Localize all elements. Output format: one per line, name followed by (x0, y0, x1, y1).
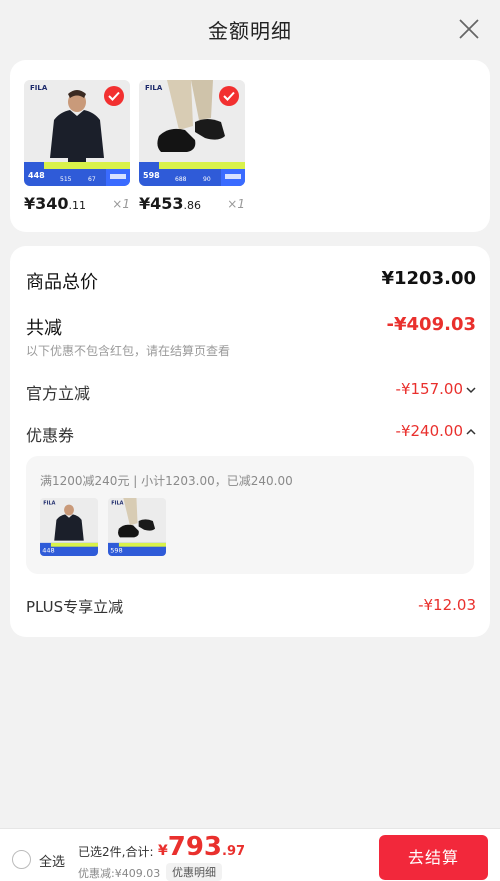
product-price: ¥453.86 (139, 194, 202, 213)
plus-discount-row: PLUS专享立减 -¥12.03 (26, 596, 476, 618)
chevron-up-icon[interactable] (466, 428, 476, 436)
discount-total-row: 共减 -¥409.03 (26, 314, 476, 340)
official-discount-row[interactable]: 官方立减 -¥157.00 (26, 380, 476, 403)
product-image: FILA 448 515 67 (24, 80, 130, 186)
total-price-row: 商品总价 ¥1203.00 (26, 268, 476, 294)
selected-check-icon[interactable] (104, 86, 124, 106)
brand-logo: FILA (30, 84, 48, 92)
product-price: ¥340.11 (24, 194, 87, 213)
coupon-product-thumb: FILA 598 (108, 498, 166, 556)
total-price-label: 商品总价 (26, 272, 98, 293)
svg-text:FILA: FILA (111, 501, 123, 507)
select-all-label[interactable]: 全选 (39, 851, 65, 870)
svg-text:598: 598 (143, 171, 160, 180)
product-item[interactable]: FILA 598 688 90 ¥453.86 ×1 (139, 80, 245, 216)
svg-text:90: 90 (203, 176, 211, 183)
svg-text:688: 688 (175, 176, 187, 183)
brand-logo: FILA (145, 84, 163, 92)
discount-detail-button[interactable]: 优惠明细 (166, 863, 222, 881)
select-all-radio[interactable] (12, 850, 31, 869)
svg-text:448: 448 (28, 171, 45, 180)
coupon-product-thumb: FILA 448 (40, 498, 98, 556)
close-icon[interactable] (458, 18, 480, 40)
plus-discount-label: PLUS专享立减 (26, 598, 124, 616)
page-title: 金额明细 (208, 19, 292, 43)
plus-discount-value: -¥12.03 (418, 596, 476, 614)
checkout-button[interactable]: 去结算 (379, 835, 488, 880)
svg-text:67: 67 (88, 176, 96, 183)
selected-check-icon[interactable] (219, 86, 239, 106)
coupon-row[interactable]: 优惠券 -¥240.00 (26, 422, 476, 445)
discount-amount: 优惠减:¥409.03 (78, 867, 161, 880)
product-quantity: ×1 (227, 197, 245, 211)
coupon-value: -¥240.00 (396, 422, 476, 440)
total-price-value: ¥1203.00 (381, 268, 476, 289)
discount-total-value: -¥409.03 (386, 314, 476, 335)
svg-text:515: 515 (60, 176, 72, 183)
total-amount: ¥793.97 (158, 832, 246, 862)
amount-detail-card: 商品总价 ¥1203.00 共减 -¥409.03 以下优惠不包含红包，请在结算… (10, 246, 490, 637)
product-quantity: ×1 (112, 197, 130, 211)
selected-items-card: FILA 448 515 67 ¥340.11 ×1 FILA 598 688 … (10, 60, 490, 232)
svg-text:598: 598 (110, 547, 123, 555)
discount-total-label: 共减 (26, 318, 62, 339)
svg-text:FILA: FILA (43, 501, 55, 507)
coupon-detail-box: 满1200减240元 | 小计1203.00，已减240.00 FILA 448… (26, 456, 474, 574)
coupon-rule-text: 满1200减240元 | 小计1203.00，已减240.00 (40, 474, 293, 488)
discount-note: 以下优惠不包含红包，请在结算页查看 (26, 344, 231, 358)
header: 金额明细 (0, 0, 500, 58)
checkout-bar: 全选 已选2件,合计: ¥793.97 优惠减:¥409.03 优惠明细 去结算 (0, 828, 500, 881)
product-item[interactable]: FILA 448 515 67 ¥340.11 ×1 (24, 80, 130, 216)
product-image: FILA 598 688 90 (139, 80, 245, 186)
official-discount-value: -¥157.00 (396, 380, 476, 398)
svg-text:448: 448 (42, 547, 55, 555)
selection-summary: 已选2件,合计: (78, 845, 154, 859)
chevron-down-icon[interactable] (466, 386, 476, 394)
official-discount-label: 官方立减 (26, 384, 91, 403)
coupon-label: 优惠券 (26, 426, 75, 445)
